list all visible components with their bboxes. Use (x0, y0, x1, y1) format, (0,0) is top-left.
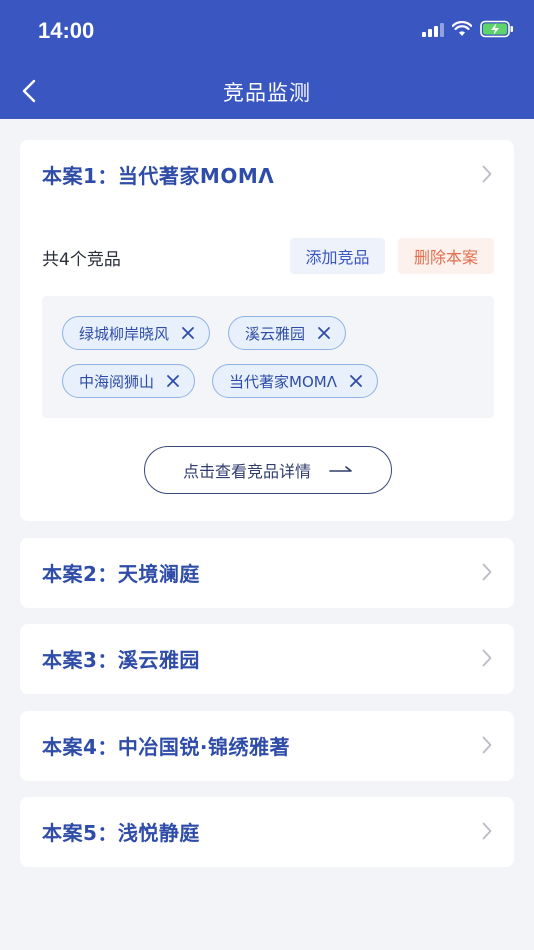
case-header-2[interactable]: 本案2：天境澜庭 (20, 538, 514, 608)
case-card-3: 本案3：溪云雅园 (20, 624, 514, 694)
case-header-3[interactable]: 本案3：溪云雅园 (20, 624, 514, 694)
chevron-right-icon (482, 165, 492, 183)
case-card-4: 本案4：中冶国锐·锦绣雅著 (20, 711, 514, 781)
wifi-icon (452, 21, 472, 37)
tag-label: 溪云雅园 (245, 324, 306, 343)
close-icon (350, 375, 362, 387)
case-title: 本案5：浅悦静庭 (42, 821, 200, 845)
competitor-tag: 当代著家MOMΛ (212, 364, 378, 398)
case-card-2: 本案2：天境澜庭 (20, 538, 514, 608)
competitor-tag-list: 绿城柳岸晓风 溪云雅园 中海阅狮山 当代著家MOMΛ (42, 296, 494, 418)
view-competitor-details-button[interactable]: 点击查看竞品详情 (144, 446, 392, 494)
nav-bar: 竞品监测 (0, 64, 534, 119)
arrow-right-icon (329, 466, 352, 472)
detail-button-label: 点击查看竞品详情 (182, 462, 311, 481)
case-header-4[interactable]: 本案4：中冶国锐·锦绣雅著 (20, 711, 514, 781)
delete-case-button[interactable]: 删除本案 (398, 238, 494, 274)
battery-charging-icon (480, 20, 514, 38)
case-title: 本案2：天境澜庭 (42, 562, 200, 586)
case-header-5[interactable]: 本案5：浅悦静庭 (20, 797, 514, 867)
chevron-right-icon (482, 563, 492, 581)
remove-tag-button[interactable] (181, 326, 195, 340)
chevron-right-icon (482, 649, 492, 667)
page-title: 竞品监测 (223, 81, 311, 105)
case-title: 本案4：中冶国锐·锦绣雅著 (42, 735, 291, 759)
remove-tag-button[interactable] (166, 374, 180, 388)
status-bar: 14:00 (0, 0, 534, 64)
tag-label: 当代著家MOMΛ (229, 372, 337, 391)
case-title: 本案1：当代著家MOMΛ (42, 164, 275, 188)
add-competitor-button[interactable]: 添加竞品 (290, 238, 385, 274)
remove-tag-button[interactable] (317, 326, 331, 340)
close-icon (182, 327, 194, 339)
competitor-tag: 中海阅狮山 (62, 364, 196, 398)
status-time: 14:00 (38, 18, 95, 43)
cellular-signal-icon (422, 21, 444, 37)
chevron-right-icon (482, 822, 492, 840)
competitor-count: 共4个竞品 (42, 250, 121, 270)
remove-tag-button[interactable] (349, 374, 363, 388)
close-icon (318, 327, 330, 339)
tag-label: 绿城柳岸晓风 (79, 324, 170, 343)
case-title: 本案3：溪云雅园 (42, 648, 200, 672)
top-bar: 14:00 竞品监测 (0, 0, 534, 119)
status-icons (422, 20, 514, 38)
close-icon (167, 375, 179, 387)
chevron-right-icon (482, 736, 492, 754)
tag-label: 中海阅狮山 (79, 372, 155, 391)
competitor-tag: 绿城柳岸晓风 (62, 316, 211, 350)
case-card-1: 本案1：当代著家MOMΛ 共4个竞品 添加竞品 删除本案 绿城柳岸晓风 溪云雅园… (20, 140, 514, 521)
competitor-tag: 溪云雅园 (228, 316, 347, 350)
case-header-1[interactable]: 本案1：当代著家MOMΛ (20, 140, 514, 210)
case-card-5: 本案5：浅悦静庭 (20, 797, 514, 867)
